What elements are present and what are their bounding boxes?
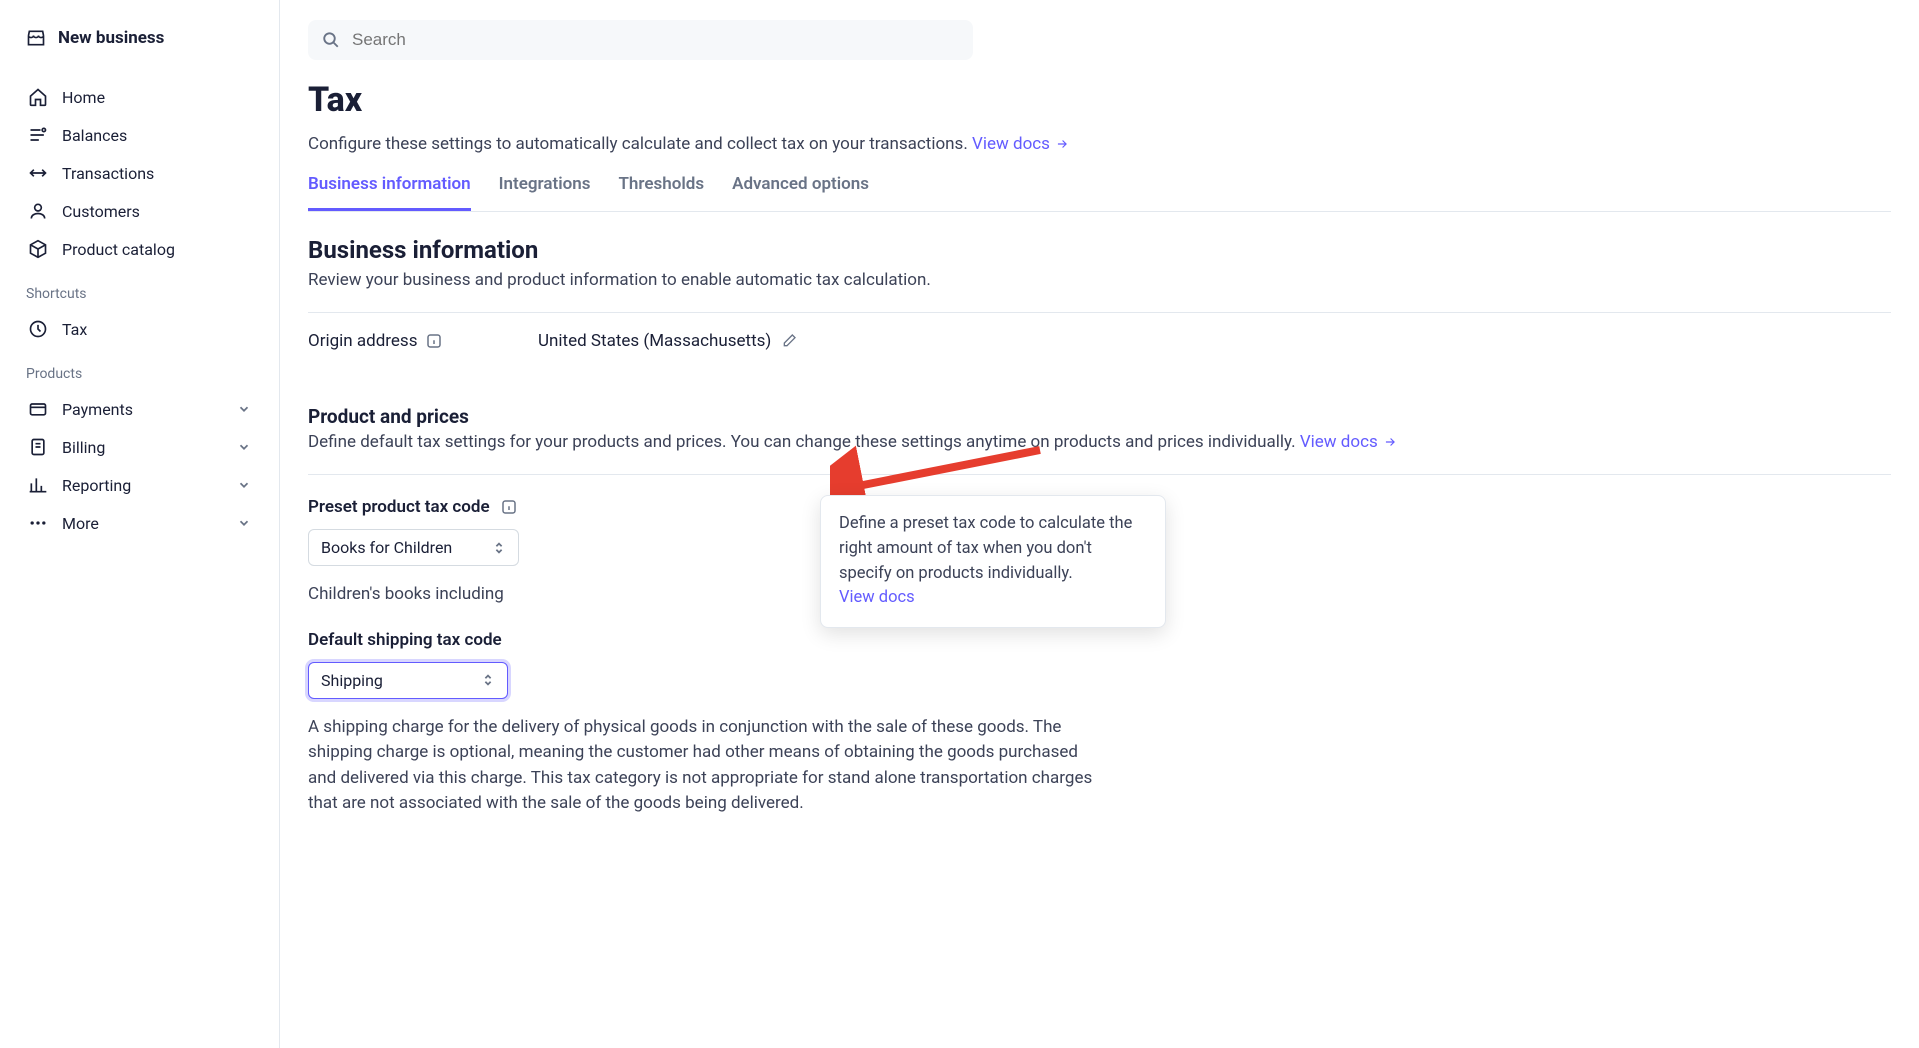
view-docs-link[interactable]: View docs	[972, 134, 1070, 154]
transactions-icon	[28, 163, 48, 183]
brand-name: New business	[58, 28, 164, 48]
tabs: Business information Integrations Thresh…	[308, 174, 1891, 212]
sidebar-item-transactions[interactable]: Transactions	[18, 154, 261, 192]
chevron-down-icon	[237, 516, 251, 530]
receipt-icon	[28, 437, 48, 457]
box-icon	[28, 239, 48, 259]
divider	[308, 474, 1891, 475]
tab-thresholds[interactable]: Thresholds	[618, 174, 704, 211]
products-label: Products	[18, 348, 261, 390]
clock-icon	[28, 319, 48, 339]
sidebar-item-tax[interactable]: Tax	[18, 310, 261, 348]
balances-icon	[28, 125, 48, 145]
chevron-down-icon	[237, 478, 251, 492]
origin-address-label: Origin address	[308, 331, 538, 351]
sidebar-item-more[interactable]: More	[18, 504, 261, 542]
updown-icon	[481, 673, 495, 687]
product-prices-heading: Product and prices	[308, 405, 1891, 428]
sidebar-item-home[interactable]: Home	[18, 78, 261, 116]
shortcuts-label: Shortcuts	[18, 268, 261, 310]
tab-business-information[interactable]: Business information	[308, 174, 471, 211]
chevron-down-icon	[237, 440, 251, 454]
page-title: Tax	[308, 80, 1891, 120]
main-content: Tax Configure these settings to automati…	[280, 0, 1919, 1048]
view-docs-link-pp[interactable]: View docs	[1300, 432, 1398, 452]
sidebar: New business Home Balances Transactions …	[0, 0, 280, 1048]
search-input[interactable]	[352, 30, 959, 50]
preset-tax-code-select[interactable]: Books for Children	[308, 529, 519, 566]
shipping-help-text: A shipping charge for the delivery of ph…	[308, 715, 1108, 817]
business-info-desc: Review your business and product informa…	[308, 270, 1891, 290]
sidebar-item-product-catalog[interactable]: Product catalog	[18, 230, 261, 268]
sidebar-item-balances[interactable]: Balances	[18, 116, 261, 154]
product-prices-desc: Define default tax settings for your pro…	[308, 432, 1891, 452]
edit-icon[interactable]	[781, 333, 797, 349]
info-icon[interactable]	[500, 498, 518, 516]
shipping-tax-code-select[interactable]: Shipping	[308, 662, 508, 699]
home-icon	[28, 87, 48, 107]
search-box[interactable]	[308, 20, 973, 60]
shipping-tax-code-label: Default shipping tax code	[308, 630, 1891, 650]
business-info-heading: Business information	[308, 236, 1891, 264]
search-icon	[322, 31, 340, 49]
updown-icon	[492, 541, 506, 555]
origin-address-row: Origin address United States (Massachuse…	[308, 313, 1891, 369]
sidebar-item-payments[interactable]: Payments	[18, 390, 261, 428]
sidebar-item-reporting[interactable]: Reporting	[18, 466, 261, 504]
sidebar-item-customers[interactable]: Customers	[18, 192, 261, 230]
tooltip-view-docs[interactable]: View docs	[839, 588, 915, 607]
ellipsis-icon	[28, 513, 48, 533]
chart-icon	[28, 475, 48, 495]
tooltip: Define a preset tax code to calculate th…	[820, 495, 1166, 628]
sidebar-item-billing[interactable]: Billing	[18, 428, 261, 466]
page-description: Configure these settings to automaticall…	[308, 134, 1891, 154]
info-icon[interactable]	[425, 332, 443, 350]
origin-address-value: United States (Massachusetts)	[538, 331, 797, 351]
tab-integrations[interactable]: Integrations	[499, 174, 591, 211]
chevron-down-icon	[237, 402, 251, 416]
sidebar-brand[interactable]: New business	[18, 28, 261, 48]
customers-icon	[28, 201, 48, 221]
storefront-icon	[26, 28, 46, 48]
wallet-icon	[28, 399, 48, 419]
tab-advanced-options[interactable]: Advanced options	[732, 174, 869, 211]
